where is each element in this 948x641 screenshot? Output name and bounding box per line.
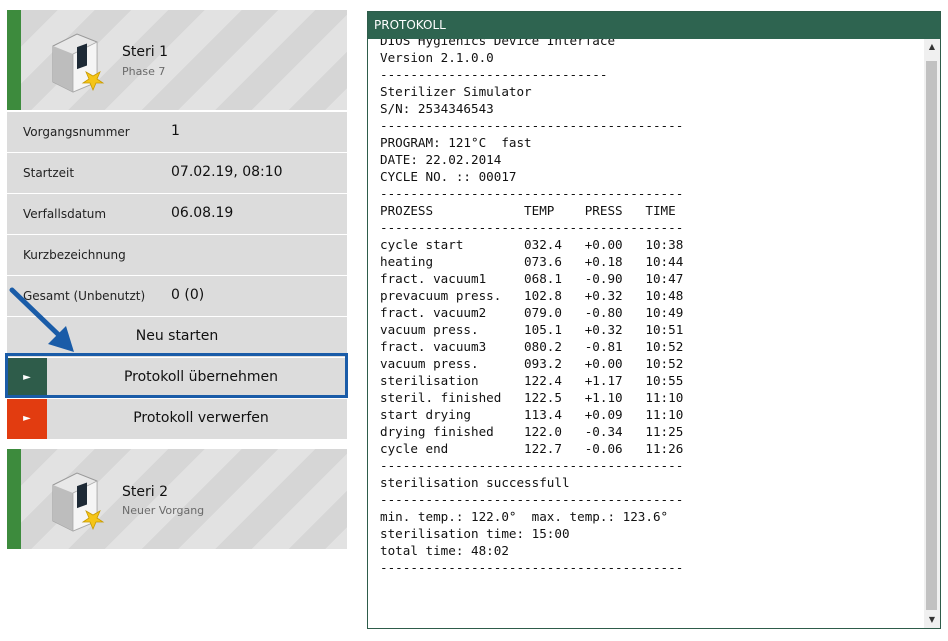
protocol-panel: PROTOKOLL DIOS Hygienics Device Interfac… [367,11,941,629]
scroll-down-icon[interactable]: ▼ [924,612,940,628]
accept-protocol-label: Protokoll übernehmen [123,369,279,385]
play-icon: ► [7,399,47,439]
detail-row-verfallsdatum: Verfallsdatum 06.08.19 [7,194,347,234]
discard-protocol-button[interactable]: ► Protokoll verwerfen [7,399,347,439]
detail-label: Startzeit [23,166,75,180]
detail-value: 07.02.19, 08:10 [171,164,283,180]
scroll-up-icon[interactable]: ▲ [924,39,940,55]
detail-value: 06.08.19 [171,205,234,221]
detail-value: 1 [171,123,180,139]
device-status: Phase 7 [122,65,166,78]
device-status: Neuer Vorgang [122,504,205,517]
accept-protocol-button[interactable]: ► Protokoll übernehmen [7,358,347,398]
device-name: Steri 2 [122,484,168,500]
play-icon: ► [7,358,47,398]
detail-row-vorgangsnummer: Vorgangsnummer 1 [7,112,347,152]
detail-label: Kurzbezeichnung [23,248,126,262]
sterilizer-icon [52,33,105,93]
detail-row-kurzbezeichnung: Kurzbezeichnung [7,235,347,275]
device-card-steri-2[interactable]: Steri 2 Neuer Vorgang [7,449,347,549]
device-name: Steri 1 [122,44,168,60]
device-card-steri-1[interactable]: Steri 1 Phase 7 [7,10,347,110]
scroll-thumb[interactable] [926,61,937,610]
pointer-arrow-icon [9,287,74,352]
discard-protocol-label: Protokoll verwerfen [133,410,269,426]
sterilizer-icon [52,472,105,532]
detail-label: Vorgangsnummer [23,125,130,139]
protocol-content[interactable]: DIOS Hygienics Device Interface Version … [368,39,924,628]
vertical-scrollbar[interactable]: ▲ ▼ [924,39,940,628]
detail-row-startzeit: Startzeit 07.02.19, 08:10 [7,153,347,193]
detail-value: 0 (0) [171,287,205,303]
protocol-text: DIOS Hygienics Device Interface Version … [380,39,684,575]
detail-label: Verfallsdatum [23,207,107,221]
protocol-title: PROTOKOLL [368,12,940,39]
